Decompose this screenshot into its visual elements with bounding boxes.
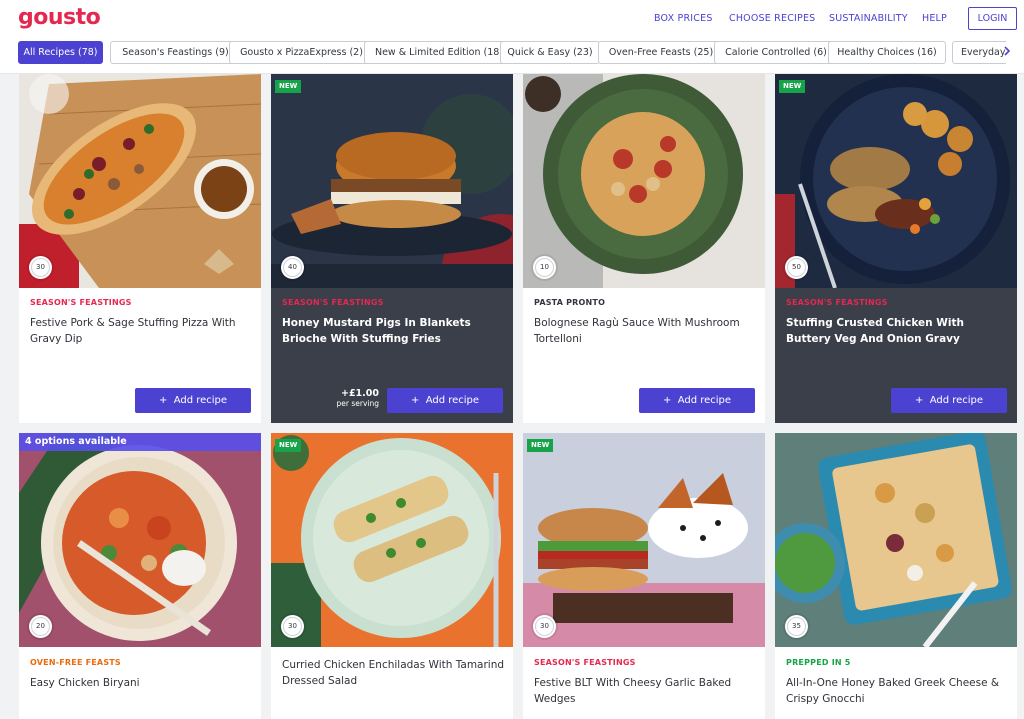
chip-all-recipes[interactable]: All Recipes (78) [18, 41, 103, 64]
new-badge: NEW [527, 439, 554, 452]
chip-everyday[interactable]: Everyday F [952, 41, 1006, 64]
new-badge: NEW [275, 80, 302, 93]
recipe-image[interactable]: NEW [775, 74, 1017, 288]
login-button[interactable]: LOGIN [968, 7, 1017, 30]
recipe-tag: PASTA PRONTO [534, 298, 606, 307]
plus-icon: + [662, 395, 672, 406]
chip-new-limited[interactable]: New & Limited Edition (18) [364, 41, 514, 64]
recipe-title[interactable]: Festive BLT With Cheesy Garlic Baked Wed… [534, 675, 758, 707]
recipe-title[interactable]: All-In-One Honey Baked Greek Cheese & Cr… [786, 675, 1010, 707]
plus-icon: + [914, 395, 924, 406]
recipe-tag: SEASON'S FEASTINGS [30, 298, 132, 307]
recipe-image[interactable]: NEW [523, 433, 765, 647]
plus-icon: + [158, 395, 168, 406]
recipe-card[interactable]: NEW 30 Curried Chicken Enchiladas With T… [271, 433, 513, 719]
recipe-image[interactable]: NEW [271, 433, 513, 647]
recipe-image[interactable] [19, 74, 261, 288]
add-recipe-button[interactable]: + Add recipe [639, 388, 755, 413]
recipe-title[interactable]: Festive Pork & Sage Stuffing Pizza With … [30, 315, 254, 347]
cook-time-badge: 30 [29, 256, 52, 279]
recipe-image[interactable]: 4 options available [19, 433, 261, 647]
recipe-title[interactable]: Bolognese Ragù Sauce With Mushroom Torte… [534, 315, 758, 347]
cook-time-badge: 30 [281, 615, 304, 638]
recipe-tag: PREPPED IN 5 [786, 658, 851, 667]
recipe-image[interactable] [523, 74, 765, 288]
cook-time-badge: 30 [533, 615, 556, 638]
recipe-card[interactable]: 4 options available 20 OVEN-FREE FEASTS … [19, 433, 261, 719]
new-badge: NEW [779, 80, 806, 93]
options-available-bar[interactable]: 4 options available [19, 433, 261, 451]
recipe-card[interactable]: NEW 40 SEASON'S FEASTINGS Honey Mustard … [271, 74, 513, 423]
recipe-title[interactable]: Easy Chicken Biryani [30, 675, 254, 691]
site-header: gousto BOX PRICES CHOOSE RECIPES SUSTAIN… [0, 0, 1024, 74]
chip-quick-easy[interactable]: Quick & Easy (23) [500, 41, 600, 64]
recipe-tag: SEASON'S FEASTINGS [282, 298, 384, 307]
add-recipe-button[interactable]: + Add recipe [387, 388, 503, 413]
recipe-title[interactable]: Curried Chicken Enchiladas With Tamarind… [282, 657, 506, 689]
chip-calorie-controlled[interactable]: Calorie Controlled (6) [714, 41, 838, 64]
recipe-image[interactable]: NEW [271, 74, 513, 288]
cook-time-badge: 35 [785, 615, 808, 638]
gousto-logo[interactable]: gousto [18, 5, 101, 30]
recipe-tag: SEASON'S FEASTINGS [786, 298, 888, 307]
recipe-image[interactable] [775, 433, 1017, 647]
recipe-card[interactable]: NEW 30 SEASON'S FEASTINGS Festive BLT Wi… [523, 433, 765, 719]
chip-oven-free[interactable]: Oven-Free Feasts (25) [598, 41, 724, 64]
chevron-right-icon[interactable] [1000, 44, 1014, 60]
recipe-card[interactable]: 30 SEASON'S FEASTINGS Festive Pork & Sag… [19, 74, 261, 423]
chip-gousto-pizzaexpress[interactable]: Gousto x PizzaExpress (2) [229, 41, 374, 64]
recipe-card[interactable]: NEW 50 SEASON'S FEASTINGS Stuffing Crust… [775, 74, 1017, 423]
add-recipe-button[interactable]: + Add recipe [891, 388, 1007, 413]
recipe-card[interactable]: 10 PASTA PRONTO Bolognese Ragù Sauce Wit… [523, 74, 765, 423]
nav-choose-recipes[interactable]: CHOOSE RECIPES [729, 13, 815, 24]
cook-time-badge: 20 [29, 615, 52, 638]
recipe-title[interactable]: Honey Mustard Pigs In Blankets Brioche W… [282, 315, 506, 347]
recipe-title[interactable]: Stuffing Crusted Chicken With Buttery Ve… [786, 315, 1010, 347]
category-filter-bar: All Recipes (78) Season's Feastings (9) … [18, 41, 1006, 65]
cook-time-badge: 40 [281, 256, 304, 279]
surcharge-price: +£1.00 per serving [336, 388, 379, 408]
recipe-card[interactable]: 35 PREPPED IN 5 All-In-One Honey Baked G… [775, 433, 1017, 719]
new-badge: NEW [275, 439, 302, 452]
nav-box-prices[interactable]: BOX PRICES [654, 13, 713, 24]
plus-icon: + [410, 395, 420, 406]
recipe-tag: SEASON'S FEASTINGS [534, 658, 636, 667]
chip-seasons-feastings[interactable]: Season's Feastings (9) [110, 41, 241, 64]
cook-time-badge: 10 [533, 256, 556, 279]
nav-sustainability[interactable]: SUSTAINABILITY [829, 13, 908, 24]
chip-healthy-choices[interactable]: Healthy Choices (16) [828, 41, 946, 64]
add-recipe-button[interactable]: + Add recipe [135, 388, 251, 413]
nav-help[interactable]: HELP [922, 13, 947, 24]
recipe-tag: OVEN-FREE FEASTS [30, 658, 121, 667]
cook-time-badge: 50 [785, 256, 808, 279]
